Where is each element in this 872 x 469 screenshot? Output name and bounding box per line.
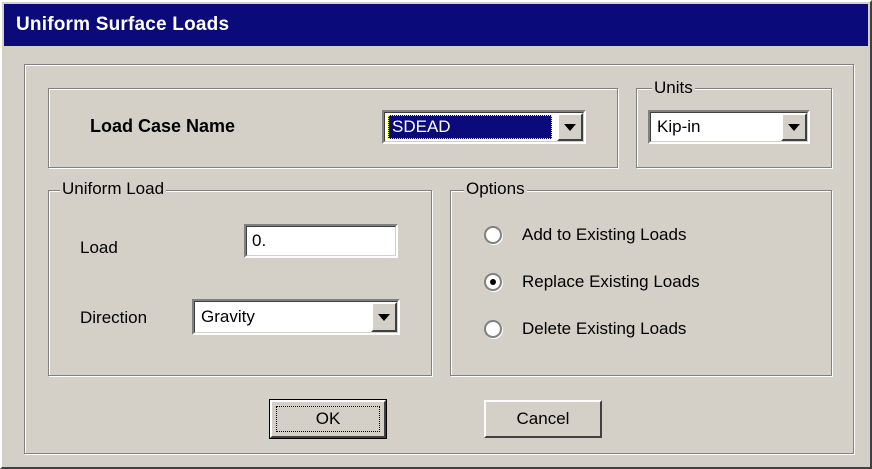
chevron-down-icon (788, 123, 800, 131)
option-add-existing-label: Add to Existing Loads (522, 225, 687, 244)
direction-label: Direction (80, 308, 148, 327)
ok-focus-rect (276, 406, 380, 432)
radio-replace-existing[interactable] (484, 273, 502, 291)
direction-dropdown-button[interactable] (371, 302, 397, 332)
radio-selected-dot-icon (490, 279, 496, 285)
uniform-surface-loads-dialog: Uniform Surface Loads Load Case Name SDE… (0, 0, 872, 469)
load-label: Load (80, 238, 118, 257)
chevron-down-icon (564, 123, 576, 131)
chevron-down-icon (378, 313, 390, 321)
load-value-text: 0. (252, 231, 267, 250)
option-replace-existing[interactable]: Replace Existing Loads (484, 269, 784, 295)
option-replace-existing-label: Replace Existing Loads (522, 272, 700, 291)
units-combobox[interactable]: Kip-in (648, 110, 810, 144)
load-case-dropdown-button[interactable] (557, 113, 583, 141)
load-case-combobox[interactable]: SDEAD (382, 110, 586, 144)
load-input-bevel (246, 226, 396, 256)
uniform-load-group (48, 190, 432, 376)
option-delete-existing[interactable]: Delete Existing Loads (484, 316, 784, 342)
radio-add-existing[interactable] (484, 226, 502, 244)
load-case-selected-value: SDEAD (392, 117, 451, 136)
cancel-button[interactable]: Cancel (484, 400, 602, 438)
direction-combobox[interactable]: Gravity (192, 299, 400, 335)
cancel-button-label: Cancel (516, 409, 570, 428)
direction-selected-value: Gravity (201, 307, 255, 326)
uniform-load-group-label: Uniform Load (60, 179, 167, 198)
load-case-label: Load Case Name (90, 116, 236, 136)
options-group-label: Options (464, 179, 527, 198)
radio-delete-existing[interactable] (484, 320, 502, 338)
units-group-label: Units (652, 78, 695, 97)
units-selected-value: Kip-in (657, 117, 701, 136)
ok-button[interactable]: OK (269, 399, 387, 439)
option-add-existing[interactable]: Add to Existing Loads (484, 222, 784, 248)
units-dropdown-button[interactable] (781, 113, 807, 141)
window-title: Uniform Surface Loads (4, 4, 868, 46)
load-value-input[interactable]: 0. (244, 224, 398, 258)
option-delete-existing-label: Delete Existing Loads (522, 319, 687, 338)
